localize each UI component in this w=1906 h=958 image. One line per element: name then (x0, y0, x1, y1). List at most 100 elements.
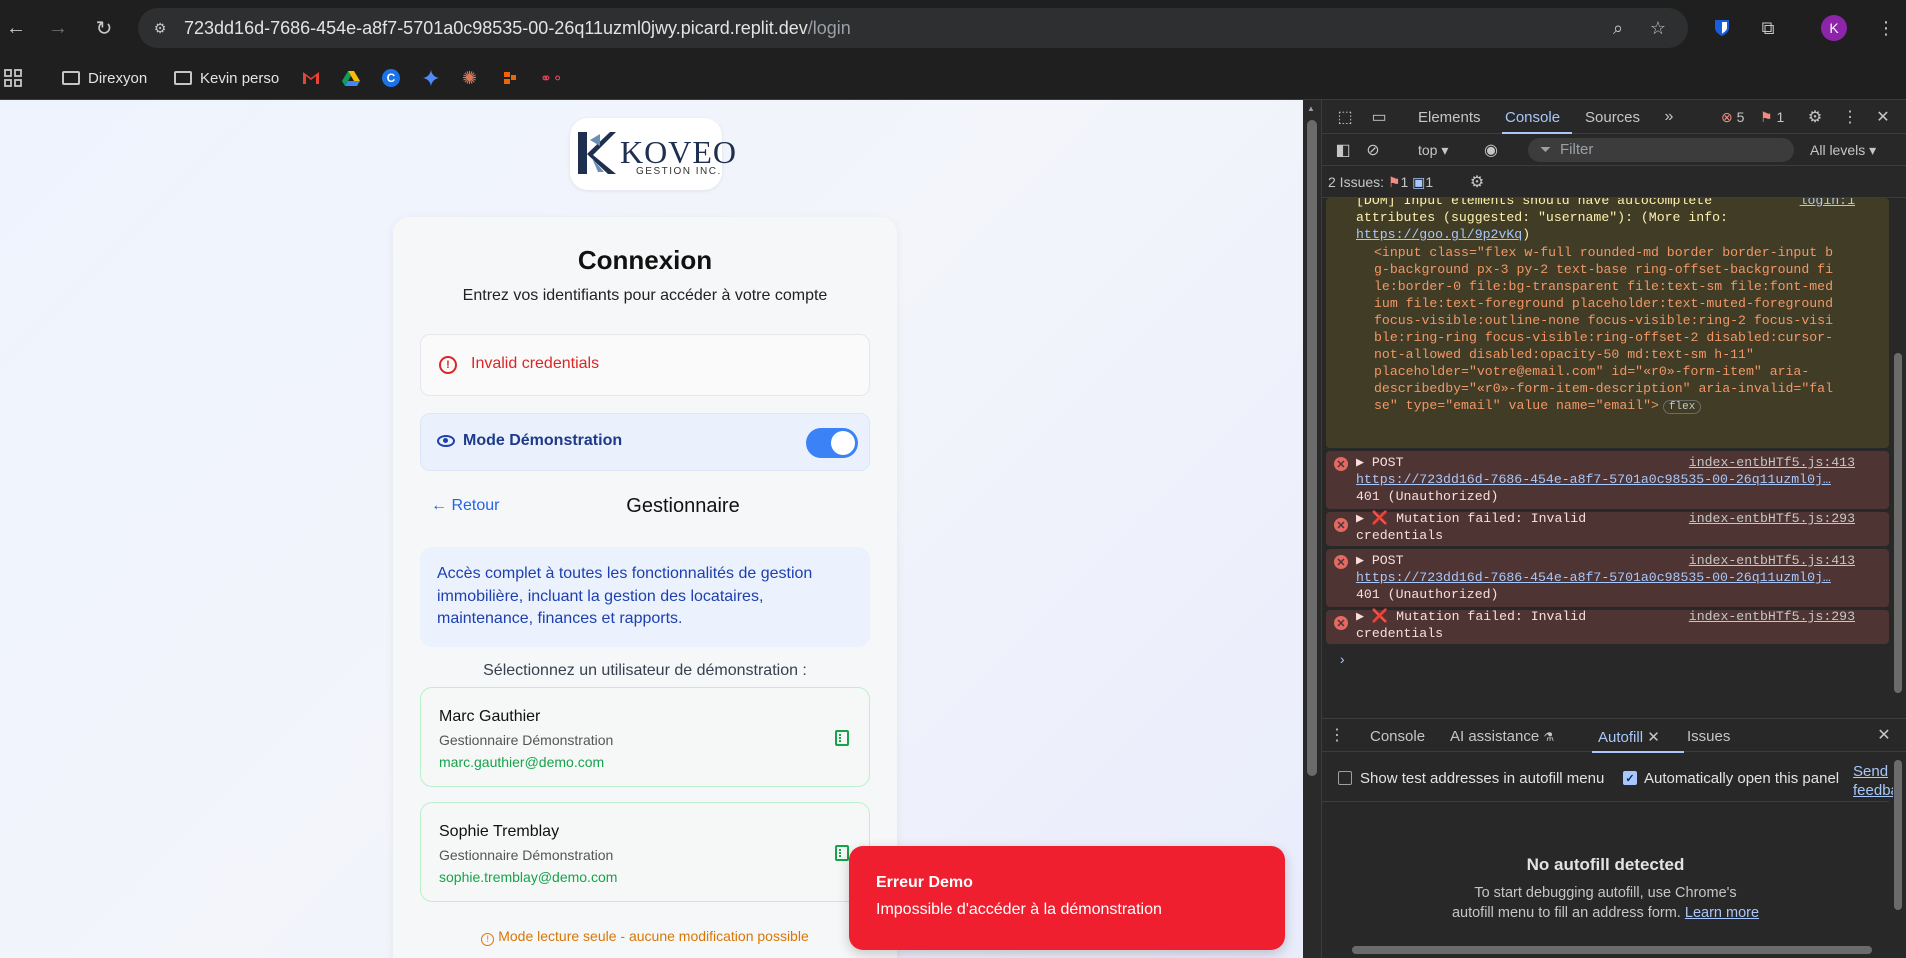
tab-elements[interactable]: Elements (1418, 109, 1481, 126)
page-scrollbar[interactable]: ▲ (1303, 100, 1321, 958)
warning-source-link[interactable]: login:1 (1800, 198, 1855, 208)
issue-count-badge[interactable]: ⚑ 1 (1760, 109, 1784, 126)
device-toolbar-icon[interactable]: ▭ (1368, 106, 1390, 128)
drawer-menu-icon[interactable]: ⋮ (1326, 724, 1348, 746)
log-levels-value: All levels (1810, 142, 1866, 158)
post-label: ▶ POST (1356, 553, 1404, 568)
close-tab-icon[interactable]: ✕ (1647, 729, 1660, 746)
bookmark-star-icon[interactable]: ☆ (1646, 16, 1670, 40)
bookmark-folder-direxyon[interactable]: Direxyon (62, 66, 147, 90)
post-status: 401 (Unauthorized) (1356, 587, 1499, 602)
context-selector[interactable]: top ▾ (1418, 142, 1448, 159)
bitwarden-shield-icon[interactable] (1708, 14, 1736, 42)
send-feedback-link[interactable]: Send feedback (1853, 762, 1893, 800)
error-source-link[interactable]: index-entbHTf5.js:413 (1689, 455, 1855, 470)
console-filter-input[interactable]: ⏷ Filter (1528, 138, 1794, 162)
post-url-link[interactable]: https://723dd16d-7686-454e-a8f7-5701a0c9… (1356, 472, 1831, 487)
live-expression-eye-icon[interactable]: ◉ (1480, 139, 1502, 161)
issues-error-count: 1 (1400, 174, 1409, 190)
issue-info-icon: ▣ (1412, 174, 1426, 190)
drawer-scroll-thumb[interactable] (1894, 760, 1902, 910)
console-settings-gear-icon[interactable]: ⚙ (1466, 171, 1488, 193)
post-status: 401 (Unauthorized) (1356, 489, 1499, 504)
console-error-post[interactable]: ✕ ▶ POST index-entbHTf5.js:413 https://7… (1326, 451, 1889, 509)
demo-mode-toggle[interactable] (806, 428, 858, 458)
flex-badge[interactable]: flex (1662, 400, 1702, 414)
html-snippet-line: le:border-0 file:bg-transparent file:tex… (1374, 279, 1833, 294)
tab-console[interactable]: Console (1505, 109, 1560, 126)
console-prompt-icon[interactable]: › (1338, 653, 1346, 669)
inspect-element-icon[interactable]: ⬚ (1334, 106, 1356, 128)
console-scrollbar[interactable] (1889, 198, 1906, 718)
google-drive-icon[interactable] (342, 66, 360, 90)
role-description-box: Accès complet à toutes les fonctionnalit… (420, 547, 870, 647)
site-settings-icon[interactable]: ⚙ (148, 16, 172, 40)
page-scroll-thumb[interactable] (1307, 120, 1317, 776)
koveo-logo: KOVEO GESTION INC. (570, 118, 736, 190)
error-source-link[interactable]: index-entbHTf5.js:413 (1689, 553, 1855, 568)
console-error-mutation[interactable]: ✕ ▶ ❌ Mutation failed: Invalid index-ent… (1326, 609, 1889, 644)
orange-app-icon[interactable] (502, 66, 518, 90)
drawer-horizontal-scroll-thumb[interactable] (1352, 946, 1872, 954)
drawer-tab-autofill[interactable]: Autofill ✕ (1598, 728, 1660, 746)
sidebar-toggle-icon[interactable]: ◧ (1332, 139, 1354, 161)
bookmark-label: Direxyon (88, 69, 148, 87)
zoom-icon[interactable]: ⌕ (1606, 16, 1630, 40)
link-app-icon[interactable]: ⚭⚬ (540, 66, 563, 90)
console-warning-message[interactable]: [DOM] Input elements should have autocom… (1326, 198, 1889, 448)
scroll-up-arrow-icon[interactable]: ▲ (1307, 104, 1315, 113)
apps-grid-icon[interactable] (4, 66, 22, 90)
auto-open-checkbox[interactable]: ✓ (1623, 771, 1637, 785)
no-autofill-line-2: autofill menu to fill an address form. L… (1322, 903, 1889, 923)
address-bar[interactable]: ⚙ 723dd16d-7686-454e-a8f7-5701a0c98535-0… (138, 8, 1688, 48)
extensions-icon[interactable]: ⧉ (1754, 14, 1782, 42)
more-info-link[interactable]: https://goo.gl/9p2vKq (1356, 227, 1522, 242)
close-devtools-icon[interactable]: ✕ (1872, 106, 1894, 128)
logo-subtitle: GESTION INC. (636, 166, 722, 177)
c-app-icon[interactable]: C (382, 66, 400, 90)
close-drawer-icon[interactable]: ✕ (1873, 724, 1895, 746)
console-error-post[interactable]: ✕ ▶ POST index-entbHTf5.js:413 https://7… (1326, 549, 1889, 607)
drawer-tab-issues[interactable]: Issues (1687, 728, 1730, 745)
gemini-icon[interactable] (422, 66, 440, 90)
bookmark-label: Kevin perso (200, 69, 280, 87)
profile-avatar[interactable]: K (1821, 15, 1847, 41)
issues-label: 2 Issues: (1328, 174, 1385, 190)
post-url-link[interactable]: https://723dd16d-7686-454e-a8f7-5701a0c9… (1356, 570, 1831, 585)
forward-arrow-icon[interactable]: → (44, 14, 72, 42)
bookmark-folder-kevin-perso[interactable]: Kevin perso (174, 66, 279, 90)
log-levels-dropdown[interactable]: All levels ▾ (1810, 142, 1876, 159)
no-autofill-line-2-text: autofill menu to fill an address form. (1451, 905, 1681, 921)
clear-console-icon[interactable]: ⊘ (1362, 139, 1384, 161)
reload-icon[interactable]: ↻ (90, 14, 118, 42)
error-count-badge[interactable]: ⊗ 5 (1721, 109, 1744, 126)
drawer-tabbar: ⋮ Console AI assistance ⚗ Autofill ✕ Iss… (1322, 718, 1906, 753)
claude-icon[interactable]: ✺ (462, 66, 477, 90)
devtools-menu-icon[interactable]: ⋮ (1839, 106, 1861, 128)
learn-more-link[interactable]: Learn more (1685, 905, 1759, 921)
warning-line: attributes (suggested: "username"): (Mor… (1356, 210, 1728, 225)
folder-icon (62, 71, 80, 85)
drawer-scrollbar[interactable] (1889, 752, 1906, 958)
drawer-tab-label: AI assistance (1450, 728, 1540, 745)
demo-user-card[interactable]: Marc Gauthier Gestionnaire Démonstration… (420, 687, 870, 787)
drawer-tab-console[interactable]: Console (1370, 728, 1425, 745)
demo-user-card[interactable]: Sophie Tremblay Gestionnaire Démonstrati… (420, 802, 870, 902)
console-error-mutation[interactable]: ✕ ▶ ❌ Mutation failed: Invalid index-ent… (1326, 511, 1889, 546)
issues-summary[interactable]: 2 Issues: ⚑1 ▣1 (1328, 174, 1433, 191)
show-test-addresses-checkbox[interactable] (1338, 771, 1352, 785)
error-source-link[interactable]: index-entbHTf5.js:293 (1689, 609, 1855, 624)
more-tabs-icon[interactable]: » (1658, 106, 1680, 128)
back-arrow-icon[interactable]: ← (2, 14, 30, 42)
back-link[interactable]: ← Retour (431, 497, 499, 515)
error-toast[interactable]: Erreur Demo Impossible d'accéder à la dé… (849, 846, 1285, 950)
console-scroll-thumb[interactable] (1894, 353, 1902, 693)
gmail-icon[interactable] (302, 66, 320, 90)
settings-gear-icon[interactable]: ⚙ (1804, 106, 1826, 128)
error-source-link[interactable]: index-entbHTf5.js:293 (1689, 511, 1855, 526)
tab-sources[interactable]: Sources (1585, 109, 1640, 126)
drawer-tab-ai-assistance[interactable]: AI assistance ⚗ (1450, 728, 1554, 745)
url-text[interactable]: 723dd16d-7686-454e-a8f7-5701a0c98535-00-… (184, 18, 851, 39)
no-autofill-description: To start debugging autofill, use Chrome'… (1322, 883, 1889, 923)
more-menu-icon[interactable]: ⋮ (1872, 14, 1900, 42)
